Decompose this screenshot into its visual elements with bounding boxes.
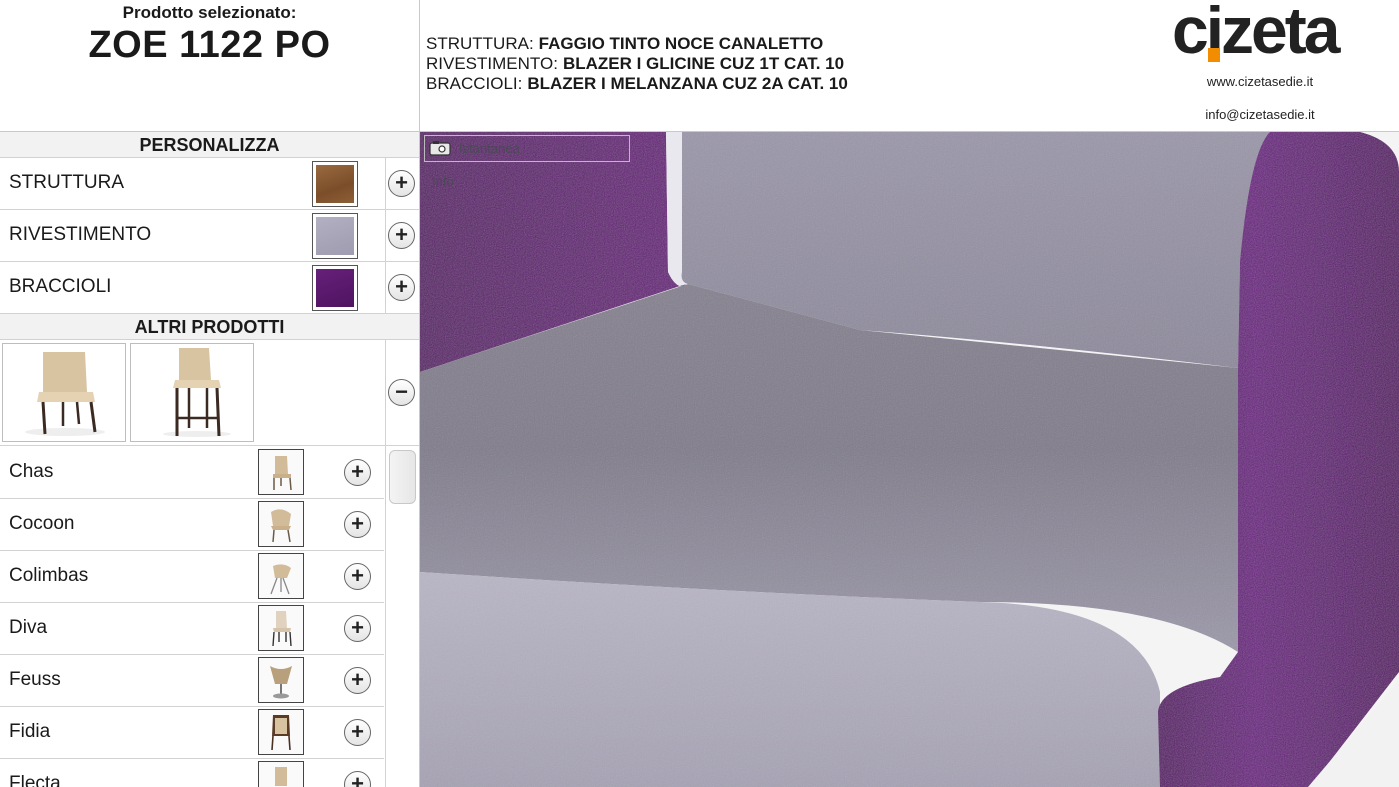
variant-chair-thumbnail[interactable] xyxy=(2,343,126,442)
plus-cell: + xyxy=(386,210,419,262)
chair-thumbnail[interactable] xyxy=(258,501,304,547)
selected-product-name: ZOE 1122 PO xyxy=(88,24,331,66)
minus-cell: − xyxy=(386,340,419,446)
chair-icon xyxy=(270,666,292,699)
option-label: STRUTTURA xyxy=(9,172,125,193)
list-item[interactable]: Diva + xyxy=(0,602,384,655)
add-product-button[interactable]: + xyxy=(344,563,371,590)
option-label: RIVESTIMENTO xyxy=(9,224,152,245)
product-label: Feuss xyxy=(9,669,61,690)
variant-stool-thumbnail[interactable] xyxy=(130,343,254,442)
plus-cell: + xyxy=(386,158,419,210)
spec-value: BLAZER I MELANZANA CUZ 2A CAT. 10 xyxy=(527,74,848,93)
chair-icon xyxy=(272,611,292,647)
website-link[interactable]: www.cizetasedie.it xyxy=(1160,74,1360,89)
add-product-button[interactable]: + xyxy=(344,667,371,694)
expand-struttura-button[interactable]: + xyxy=(388,170,415,197)
chair-icon xyxy=(270,564,291,595)
selected-product-box: Prodotto selezionato: ZOE 1122 PO xyxy=(0,0,420,132)
chair-icon xyxy=(271,509,291,543)
brand-logo: cizeta xyxy=(1172,0,1352,67)
product-label: Fidia xyxy=(9,721,51,742)
product-label: Cocoon xyxy=(9,513,75,534)
list-scrollbar-thumb[interactable] xyxy=(389,450,416,504)
spec-key: STRUTTURA: xyxy=(426,34,534,53)
expand-braccioli-button[interactable]: + xyxy=(388,274,415,301)
add-product-button[interactable]: + xyxy=(344,615,371,642)
expand-rivestimento-button[interactable]: + xyxy=(388,222,415,249)
add-product-button[interactable]: + xyxy=(344,719,371,746)
option-row-braccioli[interactable]: BRACCIOLI xyxy=(0,262,386,314)
list-item[interactable]: Colimbas + xyxy=(0,550,384,603)
chair-icon xyxy=(273,456,292,491)
collapse-products-button[interactable]: − xyxy=(388,379,415,406)
fabric-texture xyxy=(316,217,354,255)
stool-icon xyxy=(163,348,231,437)
list-item[interactable]: Cocoon + xyxy=(0,498,384,551)
spec-value: BLAZER I GLICINE CUZ 1T CAT. 10 xyxy=(562,54,845,73)
config-panel: PERSONALIZZA STRUTTURA + RIVESTIMENTO + … xyxy=(0,132,420,787)
info-link[interactable]: Info xyxy=(432,174,454,189)
spec-key: BRACCIOLI: xyxy=(426,74,523,93)
email-link[interactable]: info@cizetasedie.it xyxy=(1160,107,1360,122)
list-item[interactable]: Flecta + xyxy=(0,758,384,787)
spec-value: FAGGIO TINTO NOCE CANALETTO xyxy=(538,34,824,53)
header: Prodotto selezionato: ZOE 1122 PO STRUTT… xyxy=(0,0,1399,132)
customize-heading: PERSONALIZZA xyxy=(0,132,419,158)
spec-rivestimento: RIVESTIMENTO: BLAZER I GLICINE CUZ 1T CAT… xyxy=(426,54,844,74)
add-product-button[interactable]: + xyxy=(344,511,371,538)
brand-logo-text: cizeta xyxy=(1172,0,1340,67)
brand-logo-accent xyxy=(1208,48,1220,62)
products-list: Chas + Cocoon + Colimbas + Diva + Feuss … xyxy=(0,446,386,787)
other-products-heading: ALTRI PRODOTTI xyxy=(0,314,419,340)
list-item[interactable]: Fidia + xyxy=(0,706,384,759)
list-item[interactable]: Chas + xyxy=(0,446,384,499)
option-row-rivestimento[interactable]: RIVESTIMENTO xyxy=(0,210,386,262)
chair-icon xyxy=(25,352,105,436)
struttura-swatch[interactable] xyxy=(312,161,358,207)
product-label: Chas xyxy=(9,461,54,482)
chair-thumbnail[interactable] xyxy=(258,605,304,651)
chair-thumbnail[interactable] xyxy=(258,709,304,755)
spec-struttura: STRUTTURA: FAGGIO TINTO NOCE CANALETTO xyxy=(426,34,823,54)
variant-thumbnails xyxy=(0,340,386,446)
product-label: Colimbas xyxy=(9,565,89,586)
product-3d-viewer[interactable]: Istantanea Info xyxy=(420,132,1399,787)
option-label: BRACCIOLI xyxy=(9,276,112,297)
add-product-button[interactable]: + xyxy=(344,459,371,486)
chair-icon xyxy=(271,715,291,751)
plus-cell: + xyxy=(386,262,419,314)
chair-thumbnail[interactable] xyxy=(258,553,304,599)
spec-braccioli: BRACCIOLI: BLAZER I MELANZANA CUZ 2A CAT.… xyxy=(426,74,848,94)
braccioli-swatch[interactable] xyxy=(312,265,358,311)
list-item[interactable]: Feuss + xyxy=(0,654,384,707)
snapshot-button[interactable]: Istantanea xyxy=(424,135,630,162)
rivestimento-swatch[interactable] xyxy=(312,213,358,259)
add-product-button[interactable]: + xyxy=(344,771,371,787)
chair-thumbnail[interactable] xyxy=(258,657,304,703)
fabric-texture xyxy=(316,269,354,307)
product-label: Flecta xyxy=(9,773,61,787)
chair-3d-render xyxy=(420,132,1399,787)
chair-thumbnail[interactable] xyxy=(258,449,304,495)
product-label: Diva xyxy=(9,617,48,638)
snapshot-label: Istantanea xyxy=(459,141,520,156)
chair-thumbnail[interactable] xyxy=(258,761,304,787)
spec-key: RIVESTIMENTO: xyxy=(426,54,558,73)
selected-product-caption: Prodotto selezionato: xyxy=(122,3,297,22)
wood-texture xyxy=(316,165,354,203)
chair-icon xyxy=(275,767,287,786)
camera-icon xyxy=(429,141,451,156)
option-row-struttura[interactable]: STRUTTURA xyxy=(0,158,386,210)
